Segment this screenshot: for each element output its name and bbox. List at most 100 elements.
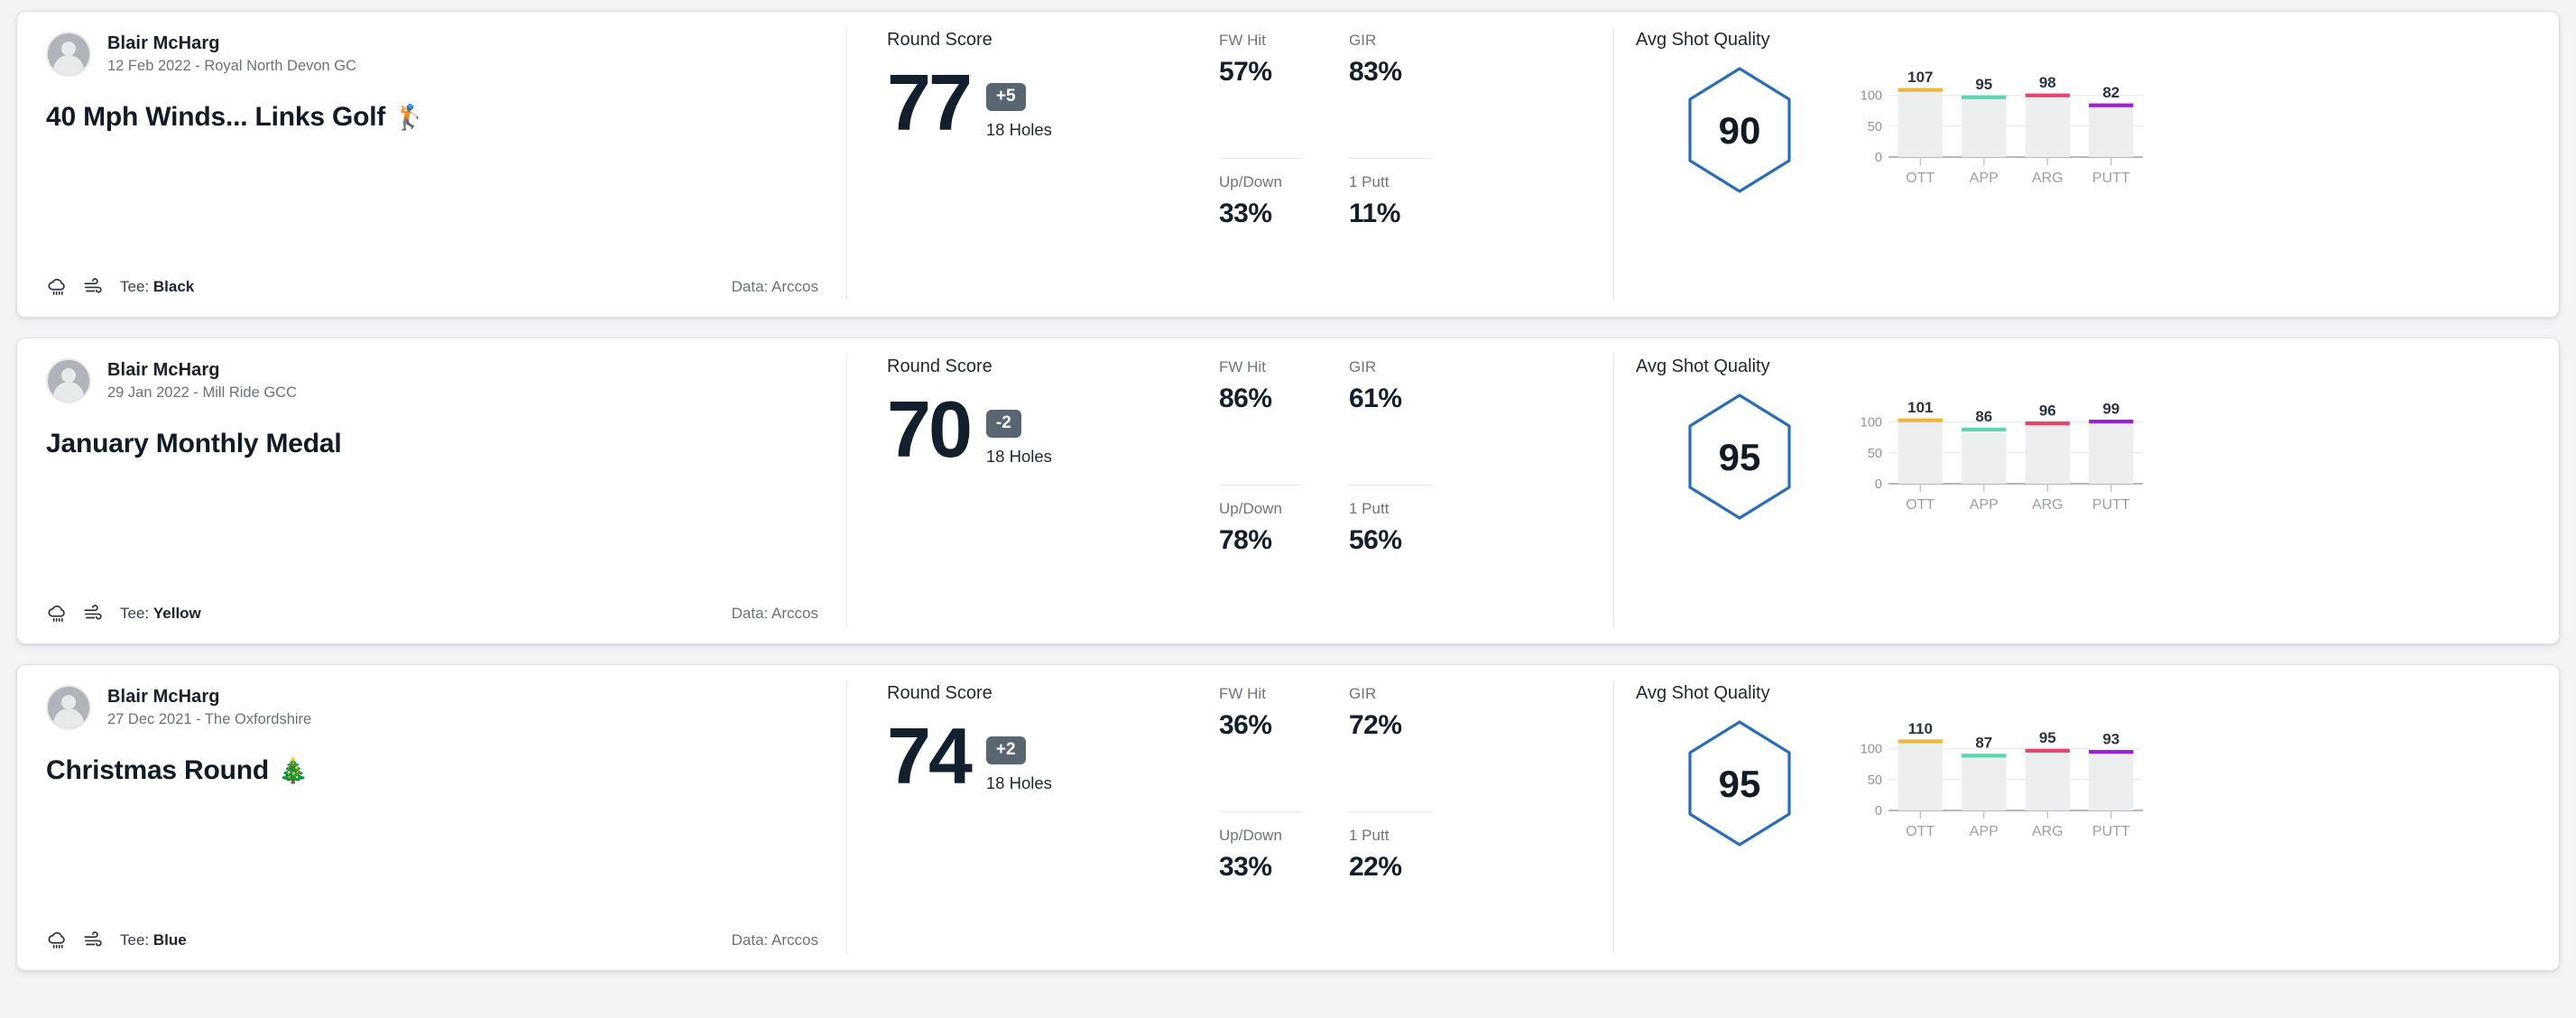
to-par-badge: +5 xyxy=(985,83,1026,111)
stat-cell: FW Hit 57% xyxy=(1219,32,1302,159)
bar-cap xyxy=(1962,754,2007,758)
data-source-label: Data: Arccos xyxy=(731,278,818,295)
avg-shot-quality-value: 95 xyxy=(1719,763,1761,805)
holes-played: 18 Holes xyxy=(985,773,1052,792)
stat-cell: GIR 61% xyxy=(1349,358,1432,486)
stat-value: 72% xyxy=(1349,710,1402,740)
round-card[interactable]: Blair McHarg 29 Jan 2022 - Mill Ride GCC… xyxy=(16,338,2560,644)
score-row: 77 +5 18 Holes xyxy=(887,58,1194,147)
shot-quality-chart: 0 50 100 101 OTT 86 APP 96 ARG 99 PUTT xyxy=(1843,386,2523,522)
wind-icon xyxy=(84,931,102,947)
score-side: -2 18 Holes xyxy=(985,397,1052,467)
rain-cloud-icon xyxy=(48,931,65,949)
stat-name: Up/Down xyxy=(1219,172,1282,190)
tee-label: Tee: Black xyxy=(120,278,194,296)
holes-played: 18 Holes xyxy=(985,446,1052,466)
to-par-badge: -2 xyxy=(985,410,1021,438)
bar-cap xyxy=(1897,418,1943,422)
x-axis-category-label: ARG xyxy=(2032,171,2064,186)
round-card[interactable]: Blair McHarg 27 Dec 2021 - The Oxfordshi… xyxy=(16,664,2560,971)
stat-cell: Up/Down 33% xyxy=(1219,173,1302,300)
bar-value-label: 98 xyxy=(2039,74,2056,91)
bar-value-label: 96 xyxy=(2039,402,2056,419)
avg-shot-quality-value: 90 xyxy=(1719,109,1761,152)
data-source-label: Data: Arccos xyxy=(731,931,818,949)
y-axis-tick-label: 100 xyxy=(1860,743,1882,757)
bar-cap xyxy=(2025,421,2070,426)
x-axis-category-label: OTT xyxy=(1906,497,1934,513)
round-info-footer: Tee: Black Data: Arccos xyxy=(46,275,818,299)
player-row[interactable]: Blair McHarg 27 Dec 2021 - The Oxfordshi… xyxy=(46,685,818,730)
shot-quality-column: Avg Shot Quality 95 0 50 100 110 OTT 87 APP 95 A… xyxy=(1614,665,2559,970)
x-axis-category-label: APP xyxy=(1970,171,1999,186)
x-axis-category-label: OTT xyxy=(1906,171,1934,186)
round-score-label: Round Score xyxy=(887,30,993,50)
stat-cell: Up/Down 33% xyxy=(1219,827,1302,953)
stat-grid: FW Hit 36% GIR 72% Up/Down 33% 1 Putt 22% xyxy=(1219,683,1432,952)
round-score-value: 77 xyxy=(887,58,973,147)
y-axis-tick-label: 0 xyxy=(1875,477,1882,492)
stat-name: GIR xyxy=(1349,358,1377,375)
stat-value: 61% xyxy=(1349,384,1402,413)
stat-cell: FW Hit 36% xyxy=(1219,685,1302,812)
round-title[interactable]: Christmas Round 🎄 xyxy=(46,755,818,786)
round-info-column: Blair McHarg 27 Dec 2021 - The Oxfordshi… xyxy=(17,665,847,970)
round-score-label: Round Score xyxy=(887,683,993,703)
round-title-emoji: 🏌️ xyxy=(394,104,425,131)
stat-name: Up/Down xyxy=(1219,826,1282,844)
shot-quality-chart: 0 50 100 110 OTT 87 APP 95 ARG 93 PUTT xyxy=(1843,713,2523,848)
bar-track xyxy=(1962,430,2007,484)
round-info-footer: Tee: Blue Data: Arccos xyxy=(46,929,818,952)
avatar-body-icon xyxy=(53,55,84,75)
shot-quality-column: Avg Shot Quality 95 0 50 100 101 OTT 86 APP 96 A… xyxy=(1614,338,2559,643)
bar-value-label: 101 xyxy=(1907,399,1933,416)
player-name: Blair McHarg xyxy=(107,33,220,53)
shot-quality-chart: 0 50 100 107 OTT 95 APP 98 ARG 82 PUTT xyxy=(1843,60,2523,195)
score-column: Round Score 74 +2 18 Holes FW Hit 36% GIR 7… xyxy=(847,665,1614,970)
round-score-label: Round Score xyxy=(887,356,993,376)
round-title[interactable]: January Monthly Medal xyxy=(46,429,818,459)
quality-body: 90 0 50 100 107 OTT 95 APP 98 ARG 82 PUTT xyxy=(1636,60,2523,197)
rounds-feed: Blair McHarg 12 Feb 2022 - Royal North D… xyxy=(0,0,2576,971)
round-score-value: 74 xyxy=(887,711,973,801)
bar-chart: 0 50 100 110 OTT 87 APP 95 ARG 93 PUTT xyxy=(1860,720,2143,839)
round-date-course: 27 Dec 2021 - The Oxfordshire xyxy=(107,711,312,727)
player-row[interactable]: Blair McHarg 12 Feb 2022 - Royal North D… xyxy=(46,32,818,77)
avatar xyxy=(46,685,91,730)
avg-shot-quality-label: Avg Shot Quality xyxy=(1636,30,1770,50)
stat-cell: GIR 83% xyxy=(1349,32,1432,159)
x-axis-category-label: PUTT xyxy=(2092,824,2130,839)
round-score-value: 70 xyxy=(887,384,973,474)
wind-icon xyxy=(84,278,102,293)
round-info-column: Blair McHarg 12 Feb 2022 - Royal North D… xyxy=(17,12,847,317)
avatar-head-icon xyxy=(61,695,76,709)
bar-track xyxy=(1962,756,2007,810)
stat-cell: 1 Putt 56% xyxy=(1349,500,1432,626)
wind-icon xyxy=(84,605,102,620)
stat-cell: 1 Putt 11% xyxy=(1349,173,1432,300)
x-axis-category-label: APP xyxy=(1970,824,1999,839)
stat-name: 1 Putt xyxy=(1349,826,1390,844)
avatar xyxy=(46,358,91,403)
player-row[interactable]: Blair McHarg 29 Jan 2022 - Mill Ride GCC xyxy=(46,358,818,403)
round-title[interactable]: 40 Mph Winds... Links Golf 🏌️ xyxy=(46,102,818,133)
x-axis-category-label: PUTT xyxy=(2092,171,2130,186)
bar-cap xyxy=(2089,103,2134,107)
stat-value: 33% xyxy=(1219,198,1272,228)
avg-shot-quality-value: 95 xyxy=(1719,436,1761,478)
tee-value: Black xyxy=(152,278,195,295)
avatar-head-icon xyxy=(61,368,76,383)
bar-value-label: 86 xyxy=(1975,408,1992,425)
round-date-course: 29 Jan 2022 - Mill Ride GCC xyxy=(107,384,298,401)
tee-prefix: Tee: xyxy=(120,931,150,949)
bar-chart: 0 50 100 107 OTT 95 APP 98 ARG 82 PUTT xyxy=(1860,69,2143,186)
round-card[interactable]: Blair McHarg 12 Feb 2022 - Royal North D… xyxy=(16,11,2560,318)
player-meta: Blair McHarg 12 Feb 2022 - Royal North D… xyxy=(107,33,356,75)
bar-track xyxy=(2089,753,2134,810)
tee-prefix: Tee: xyxy=(120,605,150,622)
to-par-badge: +2 xyxy=(985,736,1026,764)
bar-track xyxy=(2089,106,2134,157)
bar-value-label: 107 xyxy=(1907,69,1933,86)
player-name: Blair McHarg xyxy=(107,360,220,380)
tee-label: Tee: Blue xyxy=(120,931,187,949)
